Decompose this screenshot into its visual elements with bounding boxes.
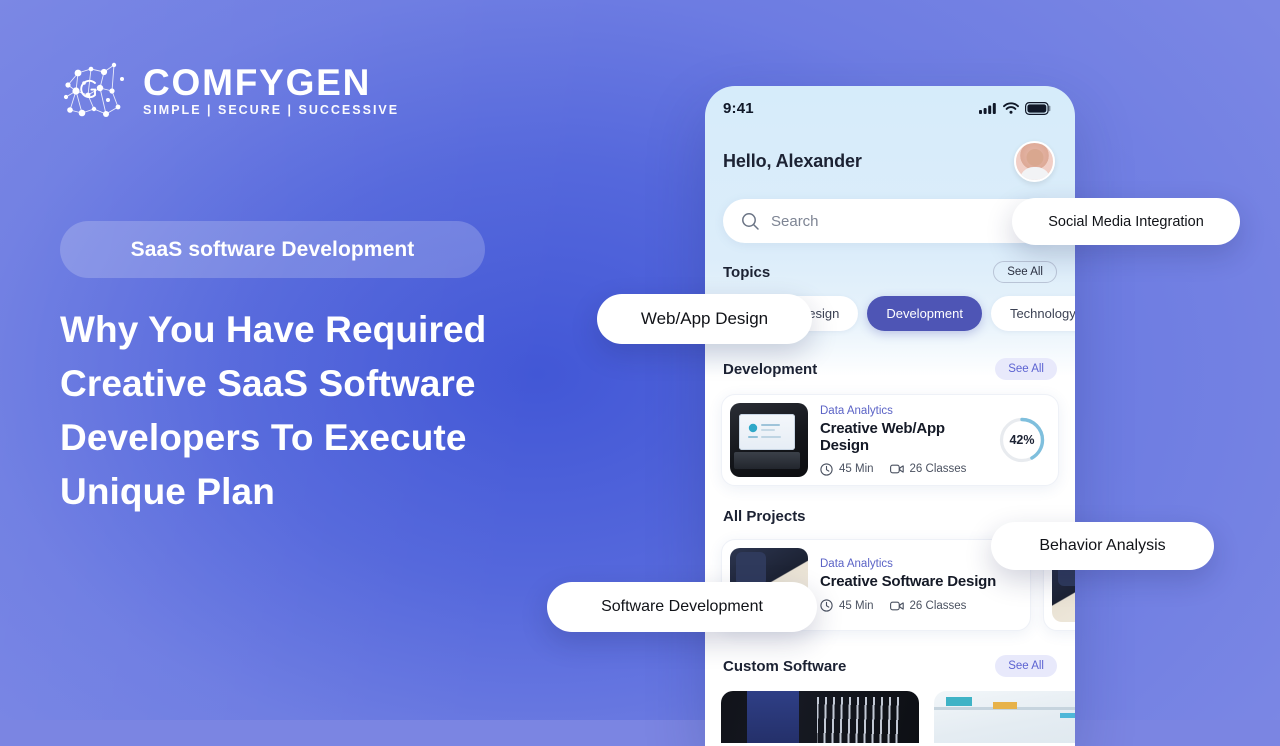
topics-section-header: Topics See All bbox=[705, 261, 1075, 283]
development-section-header: Development See All bbox=[705, 358, 1075, 380]
course-thumbnail bbox=[730, 403, 808, 477]
brand-tagline: SIMPLE | SECURE | SUCCESSIVE bbox=[143, 102, 400, 117]
course-card[interactable]: Data Analytics Creative Web/App Design 4… bbox=[721, 394, 1059, 486]
all-projects-title: All Projects bbox=[723, 508, 806, 525]
development-see-all-button[interactable]: See All bbox=[995, 358, 1057, 380]
topic-chip-technology[interactable]: Technology bbox=[990, 296, 1075, 331]
course-category: Data Analytics bbox=[820, 404, 893, 417]
development-title: Development bbox=[723, 360, 818, 378]
pill-software-development[interactable]: Software Development bbox=[547, 582, 817, 632]
search-icon bbox=[742, 212, 759, 230]
phone-mockup: 9:41 Hello, Alexander Search Topics See … bbox=[705, 86, 1075, 746]
page-title: Why You Have Required Creative SaaS Soft… bbox=[60, 309, 487, 512]
course-duration-label: 45 Min bbox=[839, 463, 874, 475]
video-camera-icon bbox=[889, 464, 904, 474]
custom-software-title: Custom Software bbox=[723, 657, 847, 675]
custom-software-thumb-list[interactable] bbox=[705, 677, 1075, 743]
greeting-row: Hello, Alexander bbox=[705, 130, 1075, 182]
dashboard-chart-icon bbox=[748, 423, 781, 438]
hero-eyebrow-badge: SaaS software Development bbox=[60, 221, 485, 278]
custom-software-section-header: Custom Software See All bbox=[705, 655, 1075, 677]
avatar[interactable] bbox=[1014, 141, 1055, 182]
network-nodes-g-icon bbox=[63, 62, 124, 117]
pill-social-media-integration[interactable]: Social Media Integration bbox=[1012, 198, 1240, 245]
brand-logo[interactable]: COMFYGEN SIMPLE | SECURE | SUCCESSIVE bbox=[58, 55, 399, 125]
progress-ring: 42% bbox=[998, 416, 1046, 464]
wifi-icon bbox=[1003, 102, 1019, 114]
phone-status-bar: 9:41 bbox=[705, 86, 1075, 130]
course-duration: 45 Min bbox=[820, 462, 874, 476]
video-camera-icon bbox=[889, 601, 904, 610]
search-placeholder: Search bbox=[771, 212, 819, 230]
custom-software-see-all-button[interactable]: See All bbox=[995, 655, 1057, 677]
project-duration-label: 45 Min bbox=[839, 599, 874, 612]
battery-full-icon bbox=[1025, 101, 1051, 115]
course-classes: 26 Classes bbox=[889, 463, 967, 475]
clock-icon bbox=[820, 599, 833, 612]
project-duration: 45 Min bbox=[820, 599, 874, 612]
greeting-text: Hello, Alexander bbox=[723, 151, 862, 171]
signal-bars-icon bbox=[979, 103, 996, 114]
course-classes-label: 26 Classes bbox=[909, 463, 967, 475]
project-title: Creative Software Design bbox=[820, 573, 997, 590]
course-title: Creative Web/App Design bbox=[820, 419, 945, 454]
custom-software-thumbnail[interactable] bbox=[721, 691, 919, 743]
progress-label: 42% bbox=[1009, 433, 1035, 447]
brand-name: COMFYGEN bbox=[143, 61, 372, 103]
search-input[interactable]: Search bbox=[723, 199, 1057, 243]
clock-icon bbox=[820, 462, 833, 476]
project-classes-label: 26 Classes bbox=[909, 599, 967, 612]
project-classes: 26 Classes bbox=[889, 599, 967, 612]
topic-chip-development[interactable]: Development bbox=[867, 296, 982, 331]
topics-title: Topics bbox=[723, 263, 771, 281]
project-category: Data Analytics bbox=[820, 558, 893, 570]
topics-see-all-button[interactable]: See All bbox=[993, 261, 1057, 283]
pill-web-app-design[interactable]: Web/App Design bbox=[597, 294, 812, 344]
status-time: 9:41 bbox=[723, 99, 754, 117]
custom-software-thumbnail[interactable] bbox=[934, 691, 1075, 743]
pill-behavior-analysis[interactable]: Behavior Analysis bbox=[991, 522, 1214, 570]
